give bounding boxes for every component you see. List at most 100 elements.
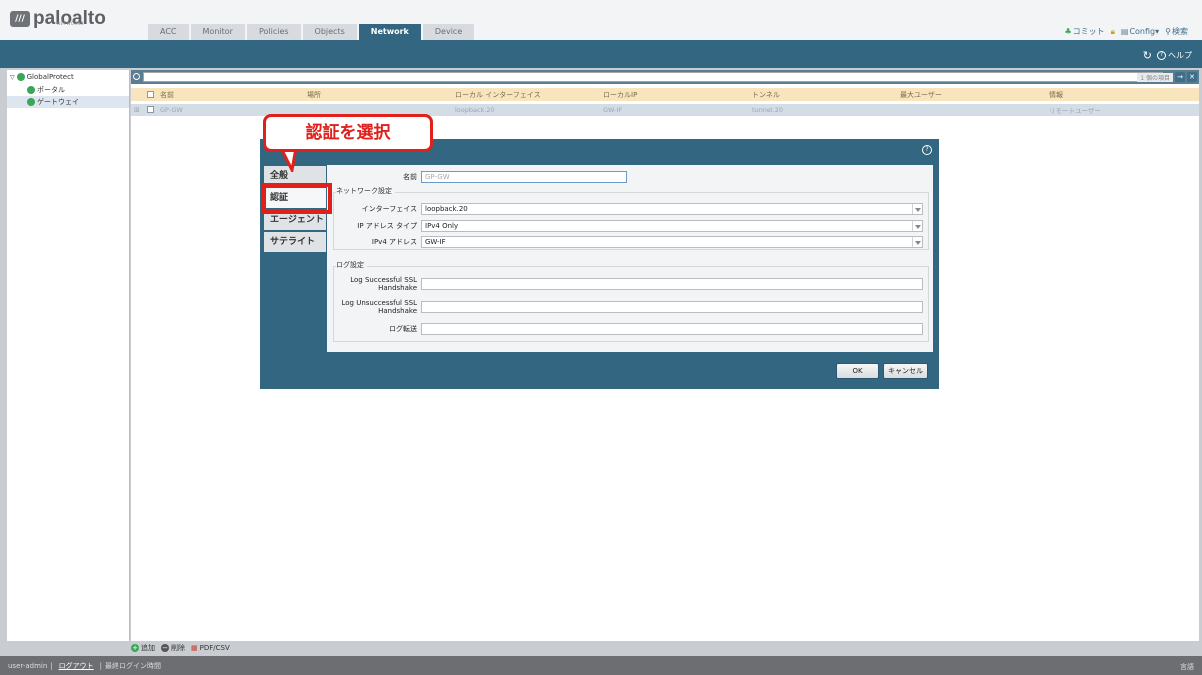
help-icon[interactable]: ?: [1157, 51, 1166, 60]
ip-type-label: IP アドレス タイプ: [357, 222, 417, 230]
refresh-icon[interactable]: ↻: [1143, 49, 1152, 62]
annotation-text: 認証を選択: [305, 123, 391, 143]
network-settings-title: ネットワーク設定: [336, 186, 395, 196]
ip-type-select[interactable]: IPv4 Only: [421, 220, 923, 232]
tab-satellite[interactable]: サテライト: [264, 232, 326, 252]
delete-icon: −: [161, 644, 169, 652]
ipv4-value: GW-IF: [425, 238, 446, 246]
table-header: 名前 場所 ローカル インターフェイス ローカルIP トンネル 最大ユーザー 情…: [131, 88, 1199, 101]
chevron-down-icon[interactable]: [912, 221, 922, 231]
col-local-ip[interactable]: ローカルIP: [603, 90, 637, 100]
dialog-content: 名前 GP-GW ネットワーク設定 インターフェイス loopback.20 I…: [327, 165, 933, 352]
tab-objects[interactable]: Objects: [302, 24, 357, 40]
delete-button[interactable]: − 削除: [161, 643, 185, 653]
log-success-ssl-label-line1: Log Successful SSL: [350, 276, 417, 284]
chevron-down-icon[interactable]: [912, 237, 922, 247]
log-settings-title: ログ設定: [336, 260, 367, 270]
select-all-checkbox[interactable]: [147, 91, 154, 98]
lock-icon[interactable]: 🔒︎: [1111, 27, 1115, 37]
portal-icon: [27, 86, 35, 94]
config-icon: ▤: [1120, 27, 1129, 36]
current-user: user-admin: [8, 661, 48, 670]
name-input[interactable]: GP-GW: [421, 171, 627, 183]
main-tabs: ACC Monitor Policies Objects Network Dev…: [148, 24, 476, 40]
sidebar-item-label: ポータル: [37, 86, 65, 94]
log-fail-ssl-input[interactable]: [421, 301, 923, 313]
globalprotect-icon: [16, 73, 25, 81]
col-name[interactable]: 名前: [160, 90, 174, 100]
filter-input[interactable]: [143, 72, 1163, 82]
sidebar-item-label: ゲートウェイ: [37, 98, 79, 106]
add-icon: +: [131, 644, 139, 652]
name-label: 名前: [403, 173, 417, 181]
language-link[interactable]: 言語: [1180, 662, 1194, 672]
log-success-ssl-label-line2: Handshake: [378, 284, 417, 292]
logo-mark-icon: ///: [10, 11, 30, 27]
pdf-csv-button[interactable]: ▦ PDF/CSV: [191, 644, 230, 652]
item-count: 1 個の項目: [1137, 73, 1173, 82]
apply-filter-icon[interactable]: →: [1175, 72, 1185, 82]
sidebar-root-globalprotect[interactable]: ▽ GlobalProtect: [7, 70, 129, 84]
logo-text: paloalto: [33, 8, 106, 29]
interface-select[interactable]: loopback.20: [421, 203, 923, 215]
pdf-icon: ▦: [191, 644, 198, 652]
log-success-ssl-label: Log Successful SSL Handshake: [327, 276, 417, 292]
log-forward-label: ログ転送: [389, 325, 417, 333]
col-max-users[interactable]: 最大ユーザー: [900, 90, 942, 100]
ok-button[interactable]: OK: [836, 363, 879, 379]
commit-icon: ♣: [1064, 27, 1072, 36]
commit-link[interactable]: コミット: [1073, 26, 1105, 37]
col-tunnel[interactable]: トンネル: [752, 90, 780, 100]
interface-value: loopback.20: [425, 205, 468, 213]
last-login-link[interactable]: 最終ログイン時間: [105, 661, 161, 671]
separator: |: [50, 661, 53, 670]
cell-name[interactable]: GP-GW: [160, 106, 183, 114]
search-icon: [133, 73, 140, 80]
annotation-callout: 認証を選択: [263, 114, 433, 152]
dialog-help-icon[interactable]: ?: [922, 145, 932, 155]
ipv4-select[interactable]: GW-IF: [421, 236, 923, 248]
config-dropdown[interactable]: Config▾: [1129, 27, 1159, 36]
paloalto-logo: /// paloalto: [10, 9, 106, 29]
tab-monitor[interactable]: Monitor: [190, 24, 245, 40]
ip-type-value: IPv4 Only: [425, 222, 459, 230]
chevron-down-icon[interactable]: [912, 204, 922, 214]
log-fail-ssl-label-line2: Handshake: [378, 307, 417, 315]
cell-tunnel: tunnel.20: [752, 106, 784, 114]
search-link[interactable]: 検索: [1172, 26, 1188, 37]
add-label: 追加: [141, 644, 155, 652]
col-info[interactable]: 情報: [1049, 90, 1063, 100]
logo-subtext: NETWORKS: [57, 21, 85, 26]
log-fail-ssl-label-line1: Log Unsuccessful SSL: [341, 299, 417, 307]
sidebar-item-portal[interactable]: ポータル: [7, 84, 129, 96]
sidebar-item-gateway[interactable]: ゲートウェイ: [7, 96, 129, 108]
sidebar: ▽ GlobalProtect ポータル ゲートウェイ: [7, 70, 130, 641]
clear-filter-icon[interactable]: ✕: [1187, 72, 1197, 82]
tab-policies[interactable]: Policies: [246, 24, 301, 40]
cancel-button[interactable]: キャンセル: [883, 363, 928, 379]
col-local-interface[interactable]: ローカル インターフェイス: [455, 90, 541, 100]
row-checkbox[interactable]: [147, 106, 154, 113]
cell-info[interactable]: リモートユーザー: [1049, 105, 1101, 115]
tab-acc[interactable]: ACC: [148, 24, 189, 40]
filter-bar: 1 個の項目 → ✕: [131, 70, 1199, 84]
log-forward-input[interactable]: [421, 323, 923, 335]
delete-label: 削除: [171, 644, 185, 652]
log-success-ssl-input[interactable]: [421, 278, 923, 290]
col-location[interactable]: 場所: [307, 90, 321, 100]
expand-icon[interactable]: ▽: [10, 74, 15, 81]
annotation-highlight-box: [262, 183, 332, 214]
add-button[interactable]: + 追加: [131, 643, 155, 653]
tab-device[interactable]: Device: [422, 24, 475, 40]
help-link[interactable]: ヘルプ: [1168, 50, 1192, 61]
help-area: ↻ ? ヘルプ: [1143, 49, 1192, 62]
separator: |: [99, 661, 102, 670]
top-header: /// paloalto NETWORKS ACC Monitor Polici…: [0, 0, 1202, 40]
status-bar: user-admin | ログアウト | 最終ログイン時間 言語: [0, 656, 1202, 675]
logout-link[interactable]: ログアウト: [59, 661, 94, 671]
tab-network[interactable]: Network: [358, 24, 421, 40]
log-fail-ssl-label: Log Unsuccessful SSL Handshake: [327, 299, 417, 315]
expand-row-icon[interactable]: ⊞: [134, 106, 140, 114]
cell-local-interface: loopback.20: [455, 106, 495, 114]
search-icon: ⚲: [1165, 27, 1171, 36]
